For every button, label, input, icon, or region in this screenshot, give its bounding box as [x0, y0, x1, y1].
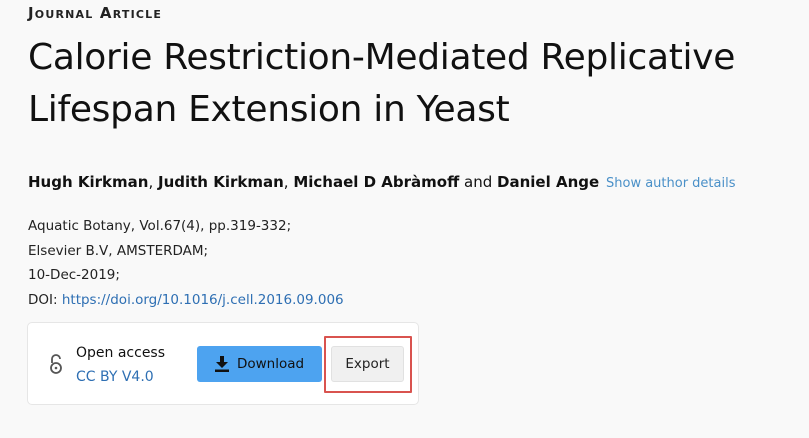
publisher: Elsevier B.V, AMSTERDAM;	[28, 242, 209, 259]
author-name[interactable]: Michael D Abràmoff	[293, 173, 459, 191]
license-link[interactable]: CC BY V4.0	[76, 369, 154, 385]
article-metadata: Aquatic Botany, Vol.67(4), pp.319-332; E…	[28, 214, 344, 312]
article-title: Calorie Restriction-Mediated Replicative…	[28, 37, 736, 130]
open-lock-icon	[50, 354, 62, 374]
download-icon	[214, 356, 229, 372]
doi-link[interactable]: https://doi.org/10.1016/j.cell.2016.09.0…	[62, 292, 344, 308]
doi-label: DOI:	[28, 291, 62, 308]
article-eyebrow: Journal Article	[28, 4, 163, 22]
doi-row: DOI: https://doi.org/10.1016/j.cell.2016…	[28, 288, 344, 313]
export-label: Export	[345, 356, 390, 372]
author-separator: ,	[283, 173, 294, 191]
open-access-label: Open access	[76, 345, 166, 361]
author-and: and	[459, 173, 498, 191]
export-button[interactable]: Export	[331, 346, 404, 382]
author-list: Hugh Kirkman, Judith Kirkman, Michael D …	[28, 173, 599, 191]
publication-date: 10-Dec-2019;	[28, 267, 120, 283]
show-author-details-link[interactable]: Show author details	[606, 176, 736, 191]
author-name[interactable]: Hugh Kirkman	[28, 173, 148, 191]
author-name[interactable]: Judith Kirkman	[158, 173, 284, 191]
download-button[interactable]: Download	[197, 346, 322, 382]
author-separator: ,	[148, 173, 158, 191]
author-name[interactable]: Daniel Ange	[497, 173, 599, 191]
access-card: Open access CC BY V4.0 Download Export	[27, 322, 419, 405]
download-label: Download	[236, 356, 305, 372]
journal-citation: Aquatic Botany, Vol.67(4), pp.319-332;	[28, 218, 292, 234]
